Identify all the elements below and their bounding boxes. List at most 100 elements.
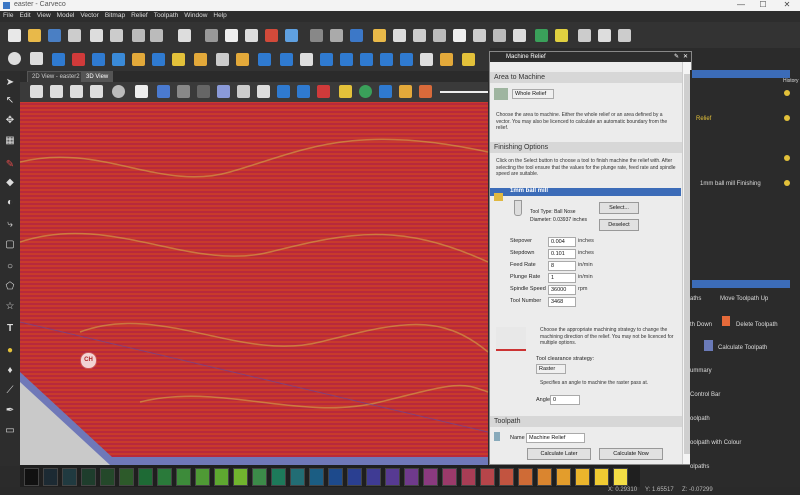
paint-icon[interactable]: ♦ [4,365,16,377]
toolpath-item[interactable]: 1mm ball mill Finishing [700,181,761,187]
minimize-button[interactable]: — [730,0,752,9]
toolnumber-input[interactable]: 3468 [548,297,576,307]
feedrate-input[interactable]: 8 [548,261,576,271]
calculate-later-button[interactable]: Calculate Later [527,448,591,460]
spindle-input[interactable]: 36000 [548,285,576,295]
color-swatch[interactable] [594,468,609,486]
rectangle-icon[interactable]: ▢ [4,239,16,251]
top-view-icon[interactable] [90,85,103,98]
control-bar-item[interactable]: Control Bar [690,392,720,398]
pin-icon[interactable] [265,29,278,42]
color-swatch[interactable] [81,468,96,486]
green-dot-icon[interactable] [359,85,372,98]
wave-icon[interactable] [618,29,631,42]
delete-toolpath[interactable]: Delete Toolpath [736,322,778,328]
color-swatch[interactable] [214,468,229,486]
mesh-icon[interactable] [237,85,250,98]
color-swatch[interactable] [176,468,191,486]
blend-icon[interactable] [413,29,426,42]
open-folder-icon[interactable] [28,29,41,42]
frame-icon[interactable] [257,85,270,98]
yellow-relief-icon[interactable] [339,85,352,98]
relief-shape-icon[interactable] [52,53,65,66]
vector-icon[interactable] [245,29,258,42]
relief-red-icon[interactable] [72,53,85,66]
color-swatch[interactable] [290,468,305,486]
lightbulb-icon[interactable] [784,115,790,121]
cut-icon[interactable] [90,29,103,42]
zoom-view-icon[interactable] [112,85,125,98]
dialog-close-icon[interactable]: ✕ [683,52,688,62]
relief-yellow-icon[interactable] [132,53,145,66]
relief-grey-icon[interactable] [216,53,229,66]
menu-view[interactable]: View [34,11,54,20]
stepover-input[interactable]: 0.004 [548,237,576,247]
plane-view-icon[interactable] [135,85,148,98]
toolpaths-item[interactable]: olpaths [690,464,709,470]
eraser2-icon[interactable]: ▭ [4,425,16,437]
star-tool-icon[interactable]: ☆ [4,301,16,313]
polygon-icon[interactable]: ⬠ [4,281,16,293]
rainbow-relief-icon[interactable] [399,85,412,98]
lightbulb-icon[interactable] [784,90,790,96]
relief-toolpath-icon[interactable] [462,53,475,66]
red-relief-icon[interactable] [317,85,330,98]
node-icon[interactable] [433,29,446,42]
relief-merge-icon[interactable] [380,53,393,66]
axes-icon[interactable] [157,85,170,98]
relief-combine-icon[interactable] [112,53,125,66]
color-swatch[interactable] [499,468,514,486]
panel-item-1[interactable]: aths [690,296,701,302]
relief-blue-icon[interactable] [92,53,105,66]
relief-face-icon[interactable] [172,53,185,66]
deselect-tool-button[interactable]: Deselect [599,219,639,231]
angle-input[interactable]: 0 [550,395,580,405]
color-swatch[interactable] [556,468,571,486]
sort-icon[interactable] [350,29,363,42]
menu-window[interactable]: Window [181,11,210,20]
color-swatch[interactable] [100,468,115,486]
dark-cube-icon[interactable] [197,85,210,98]
relief-bake-icon[interactable] [440,53,453,66]
drop-icon[interactable]: ● [4,345,16,357]
save-icon[interactable] [48,29,61,42]
color-swatch[interactable] [404,468,419,486]
relief-add-icon[interactable] [152,53,165,66]
color-swatch[interactable] [480,468,495,486]
transform-icon[interactable]: ✥ [4,115,16,127]
history-side-tab[interactable]: History [783,78,799,84]
color-swatch[interactable] [613,468,628,486]
slider-track[interactable] [440,91,488,93]
color-swatch[interactable] [271,468,286,486]
align-icon[interactable] [493,29,506,42]
bitmap-icon[interactable] [285,29,298,42]
grid-tool-icon[interactable]: ▦ [4,135,16,147]
grid-icon[interactable] [178,29,191,42]
arrow-icon[interactable] [393,29,406,42]
trim-icon[interactable] [473,29,486,42]
close-button[interactable]: ✕ [776,0,798,9]
text-icon[interactable]: T [4,323,16,335]
relief-wave-icon[interactable] [300,53,313,66]
relief-layer-icon[interactable] [360,53,373,66]
toolpath-name-input[interactable]: Machine Relief [526,433,585,443]
color-swatch[interactable] [385,468,400,486]
color-swatch[interactable] [537,468,552,486]
clearance-select[interactable]: Raster [536,364,566,374]
select-arrow-icon[interactable]: ➤ [4,77,16,89]
simulate-toolpath-colour[interactable]: oolpath with Colour [690,440,741,446]
calculate-now-button[interactable]: Calculate Now [599,448,663,460]
relief-label[interactable]: Relief [696,116,711,122]
color-swatch[interactable] [157,468,172,486]
bezier-icon[interactable] [598,29,611,42]
lightbulb-icon[interactable] [784,155,790,161]
color-swatch[interactable] [328,468,343,486]
color-swatch[interactable] [366,468,381,486]
color-swatch[interactable] [252,468,267,486]
size-icon[interactable] [513,29,526,42]
settings-icon[interactable] [8,52,21,65]
toolpath-preview-icon[interactable] [379,85,392,98]
relief-texture-icon[interactable] [420,53,433,66]
menu-toolpath[interactable]: Toolpath [151,11,182,20]
relief-zero-icon[interactable] [400,53,413,66]
